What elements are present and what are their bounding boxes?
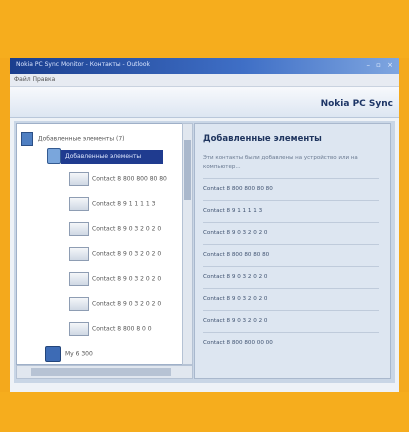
contact-card-icon bbox=[69, 247, 89, 261]
contact-card-icon bbox=[69, 297, 89, 311]
scroll-thumb[interactable] bbox=[184, 140, 191, 200]
tree-bottom-item[interactable]: My 6 300 bbox=[45, 346, 93, 362]
divider bbox=[203, 288, 379, 289]
divider bbox=[203, 310, 379, 311]
tree-item[interactable]: Contact 8 9 0 3 2 0 2 0 bbox=[69, 272, 161, 286]
tree-item-label: Contact 8 9 0 3 2 0 2 0 bbox=[92, 275, 162, 283]
scroll-thumb[interactable] bbox=[31, 368, 171, 376]
details-title: Добавленные элементы bbox=[203, 134, 322, 144]
tree-item-label: Contact 8 9 0 3 2 0 2 0 bbox=[92, 225, 162, 233]
divider bbox=[203, 200, 379, 201]
contact-card-icon bbox=[69, 322, 89, 336]
details-entry: Contact 8 800 80 80 80 bbox=[203, 252, 270, 258]
tree-item-label: Contact 8 9 0 3 2 0 2 0 bbox=[92, 250, 162, 258]
tree-item[interactable]: Contact 8 9 1 1 1 1 3 bbox=[69, 197, 155, 211]
content-area: Добавленные элементы (7) Добавленные эле… bbox=[14, 121, 395, 383]
tree-item-label: Contact 8 800 800 80 80 bbox=[92, 175, 167, 183]
details-entry: Contact 8 9 0 3 2 0 2 0 bbox=[203, 274, 268, 280]
tree-root[interactable]: Добавленные элементы (7) bbox=[21, 132, 125, 146]
tree-bottom-label: My 6 300 bbox=[65, 350, 93, 358]
orange-banner-top bbox=[0, 0, 409, 58]
menu-label[interactable]: Файл Правка bbox=[14, 76, 55, 83]
divider bbox=[203, 332, 379, 333]
details-entry: Contact 8 9 0 3 2 0 2 0 bbox=[203, 318, 268, 324]
orange-banner-bottom bbox=[0, 392, 409, 432]
divider bbox=[203, 244, 379, 245]
device-icon bbox=[45, 346, 61, 362]
app-banner: Nokia PC Sync bbox=[10, 87, 399, 118]
title-bar: Nokia PC Sync Monitor - Контакты - Outlo… bbox=[10, 58, 399, 74]
tree-item[interactable]: Contact 8 800 8 0 0 bbox=[69, 322, 152, 336]
tree-item-label: Contact 8 9 0 3 2 0 2 0 bbox=[92, 300, 162, 308]
window-title: Nokia PC Sync Monitor - Контакты - Outlo… bbox=[16, 61, 150, 68]
contact-card-icon bbox=[69, 272, 89, 286]
details-entry: Contact 8 9 0 3 2 0 2 0 bbox=[203, 296, 268, 302]
details-entry: Contact 8 800 800 80 80 bbox=[203, 186, 273, 192]
contact-card-icon bbox=[69, 172, 89, 186]
screenshot-frame: Nokia PC Sync Monitor - Контакты - Outlo… bbox=[0, 0, 409, 432]
folder-icon bbox=[21, 132, 33, 146]
window-controls[interactable]: – ▫ × bbox=[366, 61, 395, 69]
application-window: Nokia PC Sync Monitor - Контакты - Outlo… bbox=[10, 58, 399, 392]
tree-horizontal-scrollbar[interactable] bbox=[16, 365, 193, 379]
menu-bar: Файл Правка bbox=[10, 74, 399, 87]
contact-card-icon bbox=[69, 222, 89, 236]
divider bbox=[203, 266, 379, 267]
divider bbox=[203, 178, 379, 179]
tree-item[interactable]: Contact 8 800 800 80 80 bbox=[69, 172, 167, 186]
brand-label: Nokia PC Sync bbox=[320, 99, 393, 109]
details-description: Эти контакты были добавлены на устройств… bbox=[203, 155, 358, 170]
tree-item[interactable]: Contact 8 9 0 3 2 0 2 0 bbox=[69, 222, 161, 236]
details-entry: Contact 8 9 1 1 1 1 3 bbox=[203, 208, 263, 214]
tree-selected-item[interactable]: Добавленные элементы bbox=[61, 150, 163, 164]
divider bbox=[203, 222, 379, 223]
tree-item-label: Contact 8 9 1 1 1 1 3 bbox=[92, 200, 156, 208]
details-entry: Contact 8 9 0 3 2 0 2 0 bbox=[203, 230, 268, 236]
tree-item-label: Contact 8 800 8 0 0 bbox=[92, 325, 152, 333]
contact-card-icon bbox=[69, 197, 89, 211]
details-entry: Contact 8 800 800 00 00 bbox=[203, 340, 273, 346]
details-panel: Добавленные элементы Эти контакты были д… bbox=[194, 123, 391, 379]
tree-item[interactable]: Contact 8 9 0 3 2 0 2 0 bbox=[69, 297, 161, 311]
tree-root-label: Добавленные элементы (7) bbox=[37, 135, 125, 143]
phone-icon bbox=[47, 148, 61, 164]
tree-panel: Добавленные элементы (7) Добавленные эле… bbox=[16, 123, 183, 365]
tree-item[interactable]: Contact 8 9 0 3 2 0 2 0 bbox=[69, 247, 161, 261]
tree-vertical-scrollbar[interactable] bbox=[182, 123, 193, 365]
